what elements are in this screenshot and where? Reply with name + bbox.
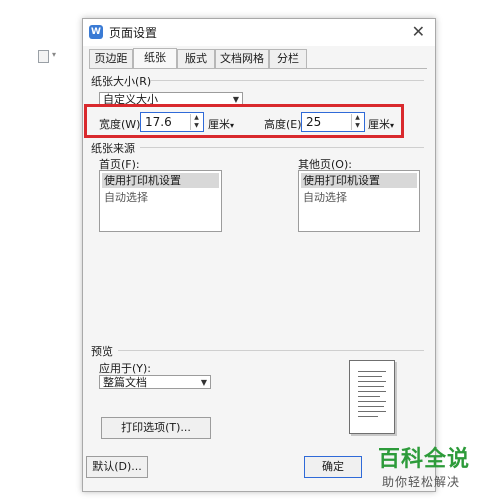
app-logo-icon: W [89,25,103,39]
preview-label: 预览 [91,345,113,358]
preview-text-line [358,371,386,372]
apply-to-value: 整篇文档 [103,376,147,389]
page-preview [349,360,395,434]
dialog-title: 页面设置 [109,26,158,40]
default-button[interactable]: 默认(D)... [86,456,148,478]
section-divider [150,80,424,81]
preview-text-line [358,416,378,417]
preview-text-line [358,396,380,397]
dropdown-arrow-icon: ▼ [200,378,207,387]
preview-text-line [358,376,382,377]
tab-panel-border [89,68,427,69]
paper-source-label: 纸张来源 [91,142,135,155]
watermark-title: 百科全说 [378,447,471,472]
tab-document-grid[interactable]: 文档网格 [215,49,269,68]
chevron-down-icon[interactable]: ▾ [52,50,56,59]
tab-paper[interactable]: 纸张 [133,48,177,69]
first-page-listbox[interactable]: 使用打印机设置 自动选择 [99,170,222,232]
preview-text-line [358,391,386,392]
apply-to-select[interactable]: 整篇文档 ▼ [99,375,211,389]
preview-text-line [358,411,386,412]
section-divider [118,350,424,351]
preview-text-line [358,386,384,387]
paper-size-label: 纸张大小(R) [91,75,152,88]
list-item[interactable]: 使用打印机设置 [301,173,417,188]
other-pages-listbox[interactable]: 使用打印机设置 自动选择 [298,170,420,232]
dialog-titlebar: W 页面设置 ✕ [83,19,435,46]
section-divider [140,147,424,148]
apply-to-label: 应用于(Y): [99,362,152,375]
print-options-button[interactable]: 打印选项(T)... [101,417,211,439]
annotation-highlight-box [84,104,404,138]
close-icon[interactable]: ✕ [412,22,425,41]
preview-text-line [358,406,384,407]
tab-layout[interactable]: 版式 [177,49,215,68]
tab-margins[interactable]: 页边距 [89,49,133,68]
preview-text-line [358,401,386,402]
tab-columns[interactable]: 分栏 [269,49,307,68]
document-icon[interactable] [38,50,49,63]
watermark-subtitle: 助你轻松解决 [382,475,461,489]
list-item[interactable]: 自动选择 [102,190,219,205]
ok-button[interactable]: 确定 [304,456,362,478]
list-item[interactable]: 自动选择 [301,190,417,205]
list-item[interactable]: 使用打印机设置 [102,173,219,188]
preview-text-line [358,381,386,382]
